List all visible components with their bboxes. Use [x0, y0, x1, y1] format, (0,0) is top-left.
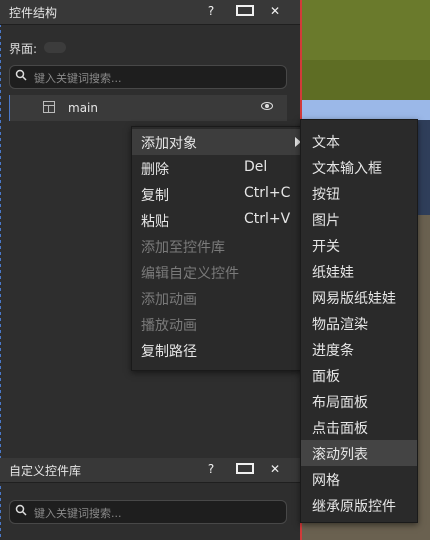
search-icon [15, 504, 27, 516]
submenu-item-text-input[interactable]: 文本输入框 [301, 154, 417, 180]
close-icon[interactable]: ✕ [268, 462, 282, 477]
menu-item-paste[interactable]: 粘贴 Ctrl+V [132, 207, 302, 233]
grass-block [302, 0, 430, 110]
menu-item-play-animation: 播放动画 [141, 318, 197, 334]
submenu-item-button[interactable]: 按钮 [301, 180, 417, 206]
help-icon[interactable]: ? [204, 4, 218, 19]
search-placeholder: 键入关键词搜索... [34, 72, 122, 85]
panel-title: 控件结构 [9, 6, 58, 20]
search-icon [15, 69, 27, 81]
submenu-item-layout-panel[interactable]: 布局面板 [301, 388, 417, 414]
maximize-icon[interactable] [236, 4, 254, 19]
menu-item-add-animation: 添加动画 [141, 292, 197, 308]
submenu-item-item-renderer[interactable]: 物品渲染 [301, 310, 417, 336]
interface-label: 界面: [9, 42, 38, 56]
tree-item-main[interactable]: main [9, 95, 287, 121]
menu-item-copy-path[interactable]: 复制路径 [132, 337, 302, 363]
menu-item-delete[interactable]: 删除 Del [132, 155, 302, 181]
tree-item-label: main [68, 101, 98, 115]
menu-item-add-object[interactable]: 添加对象 [132, 129, 302, 155]
add-object-submenu: 文本 文本输入框 按钮 图片 开关 纸娃娃 网易版纸娃娃 物品渲染 进度条 面板… [300, 119, 418, 523]
close-icon[interactable]: ✕ [268, 4, 282, 19]
interface-selector[interactable] [44, 42, 66, 53]
menu-item-edit-custom-widget: 编辑自定义控件 [141, 266, 239, 282]
panel-icon [43, 101, 55, 113]
submenu-item-grid[interactable]: 网格 [301, 466, 417, 492]
panel-title: 自定义控件库 [9, 464, 82, 478]
submenu-item-scroll-list[interactable]: 滚动列表 [301, 440, 417, 466]
submenu-item-paperdoll[interactable]: 纸娃娃 [301, 258, 417, 284]
sky [302, 100, 430, 120]
submenu-item-text[interactable]: 文本 [301, 128, 417, 154]
submenu-item-toggle[interactable]: 开关 [301, 232, 417, 258]
custom-search-input[interactable]: 键入关键词搜索... [9, 500, 287, 524]
submenu-item-image[interactable]: 图片 [301, 206, 417, 232]
submenu-item-click-panel[interactable]: 点击面板 [301, 414, 417, 440]
submenu-item-panel[interactable]: 面板 [301, 362, 417, 388]
widget-structure-titlebar: 控件结构 ? ✕ [0, 0, 300, 25]
submenu-item-progress-bar[interactable]: 进度条 [301, 336, 417, 362]
submenu-item-netease-paperdoll[interactable]: 网易版纸娃娃 [301, 284, 417, 310]
visibility-eye-icon[interactable] [261, 102, 273, 110]
search-placeholder: 键入关键词搜索... [34, 507, 122, 520]
widget-search-input[interactable]: 键入关键词搜索... [9, 65, 287, 89]
maximize-icon[interactable] [236, 462, 254, 477]
menu-item-add-to-library: 添加至控件库 [141, 240, 225, 256]
context-menu: 添加对象 删除 Del 复制 Ctrl+C 粘贴 Ctrl+V 添加至控件库 编… [131, 126, 303, 371]
menu-item-copy[interactable]: 复制 Ctrl+C [132, 181, 302, 207]
submenu-item-inherit-vanilla[interactable]: 继承原版控件 [301, 492, 417, 518]
help-icon[interactable]: ? [204, 462, 218, 477]
custom-library-titlebar: 自定义控件库 ? ✕ [0, 458, 300, 483]
